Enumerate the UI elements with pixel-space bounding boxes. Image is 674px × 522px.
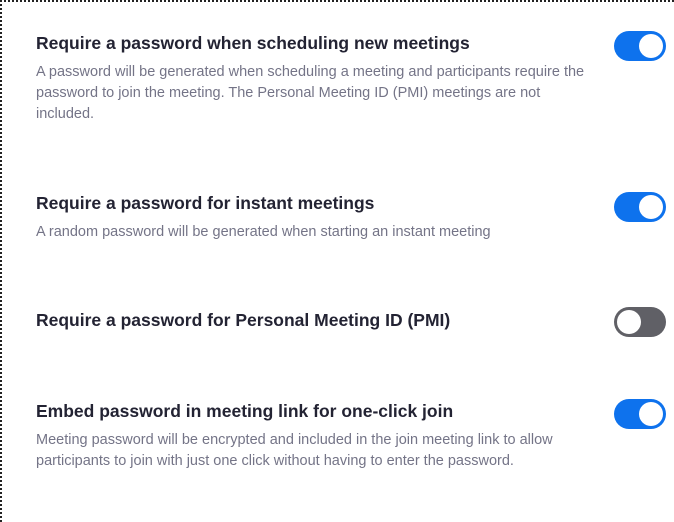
setting-description: Meeting password will be encrypted and i… — [36, 432, 553, 469]
setting-description: A password will be generated when schedu… — [36, 64, 585, 122]
setting-description: A random password will be generated when… — [36, 224, 491, 240]
settings-panel: Require a password when scheduling new m… — [0, 0, 674, 522]
setting-require-password-pmi: Require a password for Personal Meeting … — [36, 309, 656, 331]
setting-embed-password-link: Embed password in meeting link for one-c… — [36, 400, 656, 472]
toggle-require-password-instant[interactable] — [614, 192, 666, 222]
toggle-knob — [639, 195, 663, 219]
toggle-knob — [639, 402, 663, 426]
toggle-require-password-scheduling[interactable] — [614, 31, 666, 61]
toggle-embed-password-link[interactable] — [614, 399, 666, 429]
setting-title: Require a password for instant meetings — [36, 193, 375, 213]
setting-title: Embed password in meeting link for one-c… — [36, 401, 454, 421]
setting-title: Require a password for Personal Meeting … — [36, 310, 451, 330]
toggle-knob — [639, 34, 663, 58]
setting-require-password-instant: Require a password for instant meetings … — [36, 192, 656, 243]
setting-title: Require a password when scheduling new m… — [36, 33, 470, 53]
toggle-knob — [617, 310, 641, 334]
toggle-require-password-pmi[interactable] — [614, 307, 666, 337]
setting-require-password-scheduling: Require a password when scheduling new m… — [36, 32, 656, 125]
